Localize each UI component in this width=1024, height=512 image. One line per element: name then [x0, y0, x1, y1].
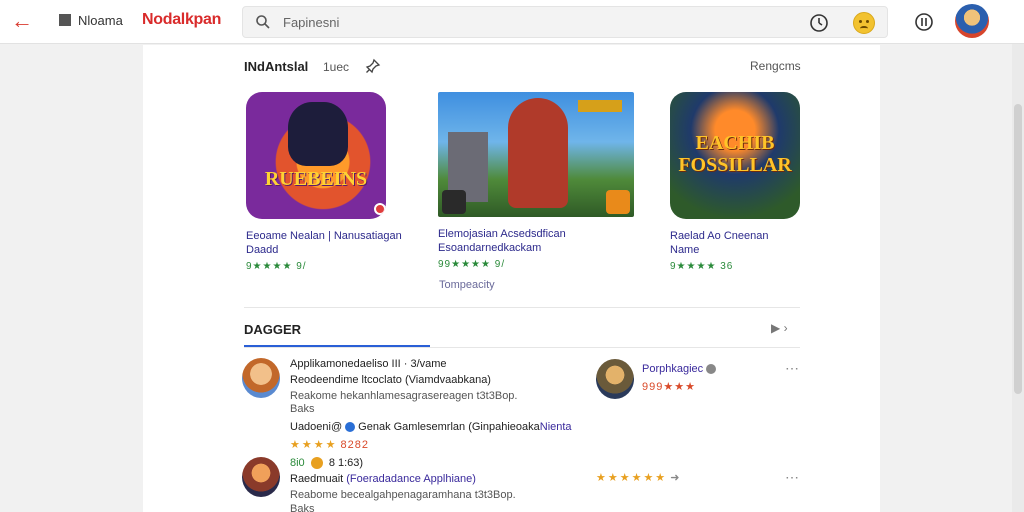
- more-link[interactable]: Tompeacity: [439, 279, 495, 291]
- app-menu-icon[interactable]: [59, 14, 71, 26]
- app-rating: 9★★★★ 9/: [246, 261, 307, 272]
- star-rating: ★★★★★★: [596, 472, 668, 484]
- app-tile-image[interactable]: [438, 92, 634, 217]
- reviewer-name[interactable]: Applikamonedaeliso III · 3/vame: [290, 358, 447, 370]
- review-meta: 8i0 8 1:63): [290, 457, 364, 470]
- sword-badge-icon: [442, 190, 466, 214]
- info-icon[interactable]: [914, 12, 934, 32]
- banner-illustration: [578, 100, 622, 112]
- reply-rating: ★★★★ 8282: [290, 438, 369, 451]
- reviewer-name[interactable]: Raedmuait: [290, 473, 343, 485]
- pin-icon[interactable]: [365, 58, 381, 74]
- tab-next-icon[interactable]: ▶ ›: [771, 321, 788, 335]
- divider: [244, 347, 800, 348]
- history-icon[interactable]: [809, 13, 829, 33]
- review-line: Reodeendime ltcoclato (Viamdvaabkana): [290, 374, 491, 386]
- reviewer-avatar[interactable]: [596, 359, 634, 399]
- more-options-icon[interactable]: ⋯: [785, 360, 800, 377]
- search-icon[interactable]: [255, 14, 271, 30]
- tab-label[interactable]: DAGGER: [244, 322, 301, 337]
- search-bar[interactable]: [242, 6, 888, 38]
- expand-badge-icon: [606, 190, 630, 214]
- reply-name[interactable]: Uadoeni@: [290, 421, 342, 433]
- review-meta-badge: 8: [328, 457, 335, 469]
- top-bar: ← Nloama Nodalkpan: [0, 0, 1024, 44]
- verified-icon: [345, 422, 356, 433]
- section-title: INdAntslal: [244, 59, 309, 74]
- emoji-icon[interactable]: [853, 12, 875, 34]
- see-more-link[interactable]: Rengcms: [750, 59, 801, 73]
- app-tile-text: EACHIB FOSSILLAR: [678, 132, 792, 176]
- user-avatar[interactable]: [955, 4, 989, 38]
- rating-score: 999★★★: [642, 381, 696, 393]
- notification-badge: [374, 203, 386, 215]
- reviewer-name[interactable]: Porphkagiec: [642, 363, 719, 375]
- scrollbar-track[interactable]: [1012, 44, 1024, 512]
- scrollbar-thumb[interactable]: [1014, 104, 1022, 394]
- app-title[interactable]: Eeoame Nealan | Nanusatiagan Daadd: [246, 229, 436, 257]
- mascot-illustration: [288, 102, 348, 166]
- app-tile-text: RUEBEINS: [264, 168, 368, 190]
- review-line: Baks: [290, 503, 315, 512]
- app-card[interactable]: EACHIB FOSSILLAR Raelad Ao Cneenan Name …: [670, 92, 800, 272]
- reviewer-avatar[interactable]: [242, 358, 280, 398]
- review-meta-count: 1:63): [338, 457, 364, 469]
- main-panel: INdAntslal 1uec Rengcms RUEBEINS Eeoame …: [143, 45, 880, 512]
- review-line: Reakome hekanhlamesagrasereagen t3t3Bop.: [290, 390, 518, 402]
- review-line: Baks: [290, 403, 315, 415]
- app-tile-image[interactable]: EACHIB FOSSILLAR: [670, 92, 800, 219]
- reviewer-name-text[interactable]: Porphkagiec: [642, 363, 703, 375]
- more-options-icon[interactable]: ⋯: [785, 469, 800, 486]
- app-title[interactable]: Raelad Ao Cneenan Name: [670, 229, 800, 257]
- app-rating: 99★★★★ 9/: [438, 259, 506, 270]
- reply-text: Genak Gamlesemrlan (Ginpahieoaka: [358, 421, 540, 433]
- review-line: Reabome becealgahpenagaramhana t3t3Bop.: [290, 489, 516, 501]
- app-title[interactable]: Elemojasian Acsedsdfican Esoandarnedkack…: [438, 227, 638, 255]
- brand-logo[interactable]: Nodalkpan: [142, 11, 221, 29]
- emoji-badge-icon: [310, 457, 323, 470]
- rating-score: 8282: [340, 439, 369, 451]
- review-rating: ★★★★★★ ➜: [596, 471, 679, 484]
- reply-link[interactable]: Nienta: [540, 421, 572, 433]
- reviewer-avatar[interactable]: [242, 457, 280, 497]
- search-input[interactable]: [283, 12, 803, 32]
- verified-icon: [706, 364, 717, 375]
- reviewer-name-row: Raedmuait (Foeradadance Applhiane): [290, 473, 476, 485]
- review-meta-label: 8i0: [290, 457, 305, 469]
- divider: [244, 307, 800, 308]
- app-rating: 9★★★★ 36: [670, 261, 734, 272]
- app-tile-image[interactable]: RUEBEINS: [246, 92, 386, 219]
- reviewer-link[interactable]: (Foeradadance Applhiane): [346, 473, 476, 485]
- app-card[interactable]: RUEBEINS Eeoame Nealan | Nanusatiagan Da…: [246, 92, 436, 272]
- share-icon[interactable]: ➜: [670, 472, 679, 484]
- star-rating: ★★★★: [290, 439, 338, 451]
- app-name[interactable]: Nloama: [78, 13, 123, 28]
- hero-illustration: [508, 98, 568, 208]
- app-card[interactable]: Elemojasian Acsedsdfican Esoandarnedkack…: [438, 92, 638, 270]
- reply-row: Uadoeni@ Genak Gamlesemrlan (Ginpahieoaka…: [290, 421, 572, 433]
- section-subtitle: 1uec: [323, 60, 350, 74]
- back-arrow-icon[interactable]: ←: [8, 8, 36, 36]
